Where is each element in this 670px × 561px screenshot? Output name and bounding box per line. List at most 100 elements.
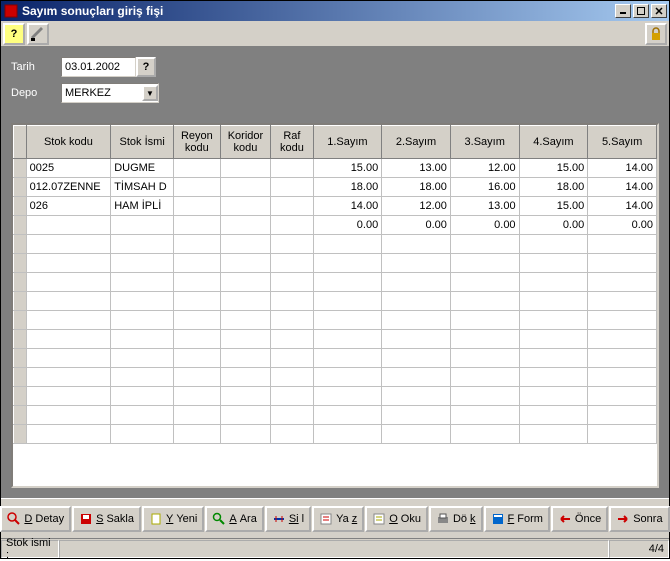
cell[interactable]: [26, 387, 111, 406]
cell[interactable]: 14.00: [588, 197, 657, 216]
depo-select[interactable]: MERKEZ ▼: [61, 83, 159, 103]
cell[interactable]: 13.00: [382, 159, 451, 178]
yeni-button[interactable]: YYeni: [142, 506, 204, 532]
cell[interactable]: [588, 387, 657, 406]
cell[interactable]: [519, 406, 588, 425]
cell[interactable]: [174, 197, 220, 216]
cell[interactable]: [271, 387, 313, 406]
col-koridor-kodu[interactable]: Koridor kodu: [220, 126, 271, 159]
col-reyon-kodu[interactable]: Reyon kodu: [174, 126, 220, 159]
cell[interactable]: [174, 387, 220, 406]
cell[interactable]: [313, 425, 382, 444]
cell[interactable]: [382, 425, 451, 444]
cell[interactable]: 012.07ZENNE: [26, 178, 111, 197]
cell[interactable]: [382, 273, 451, 292]
cell[interactable]: [111, 349, 174, 368]
cell[interactable]: 18.00: [313, 178, 382, 197]
cell[interactable]: [111, 387, 174, 406]
cell[interactable]: 13.00: [450, 197, 519, 216]
cell[interactable]: 0.00: [382, 216, 451, 235]
col-raf-kodu[interactable]: Raf kodu: [271, 126, 313, 159]
cell[interactable]: [519, 235, 588, 254]
col-stok-ismi[interactable]: Stok İsmi: [111, 126, 174, 159]
cell[interactable]: [450, 254, 519, 273]
cell[interactable]: [111, 216, 174, 235]
cell[interactable]: 18.00: [519, 178, 588, 197]
cell[interactable]: [450, 292, 519, 311]
cell[interactable]: 12.00: [382, 197, 451, 216]
cell[interactable]: [382, 292, 451, 311]
cell[interactable]: [174, 349, 220, 368]
cell[interactable]: [588, 349, 657, 368]
cell[interactable]: [519, 387, 588, 406]
cell[interactable]: [174, 292, 220, 311]
ara-button[interactable]: AAra: [205, 506, 263, 532]
cell[interactable]: [271, 406, 313, 425]
cell[interactable]: [26, 292, 111, 311]
cell[interactable]: [26, 330, 111, 349]
cell[interactable]: [313, 311, 382, 330]
table-row[interactable]: [14, 292, 657, 311]
cell[interactable]: [588, 292, 657, 311]
cell[interactable]: [588, 235, 657, 254]
cell[interactable]: [450, 406, 519, 425]
cell[interactable]: [174, 368, 220, 387]
cell[interactable]: 0.00: [588, 216, 657, 235]
cell[interactable]: 0.00: [313, 216, 382, 235]
table-row[interactable]: [14, 235, 657, 254]
cell[interactable]: [174, 254, 220, 273]
table-row[interactable]: [14, 273, 657, 292]
cell[interactable]: [220, 330, 271, 349]
cell[interactable]: 14.00: [588, 159, 657, 178]
cell[interactable]: [519, 330, 588, 349]
cell[interactable]: [111, 406, 174, 425]
cell[interactable]: 14.00: [588, 178, 657, 197]
cell[interactable]: [519, 273, 588, 292]
table-row[interactable]: 0025DUGME15.0013.0012.0015.0014.00: [14, 159, 657, 178]
cell[interactable]: [271, 330, 313, 349]
cell[interactable]: [220, 273, 271, 292]
cell[interactable]: HAM İPLİ: [111, 197, 174, 216]
cell[interactable]: [174, 216, 220, 235]
sakla-button[interactable]: SSakla: [72, 506, 141, 532]
cell[interactable]: [382, 254, 451, 273]
cell[interactable]: [174, 159, 220, 178]
cell[interactable]: [588, 254, 657, 273]
cell[interactable]: [382, 330, 451, 349]
detay-button[interactable]: DDetay: [0, 506, 71, 532]
minimize-button[interactable]: [615, 4, 631, 18]
table-row[interactable]: [14, 330, 657, 349]
grid[interactable]: Stok kodu Stok İsmi Reyon kodu Koridor k…: [11, 123, 659, 488]
cell[interactable]: [313, 406, 382, 425]
cell[interactable]: [382, 311, 451, 330]
cell[interactable]: [174, 330, 220, 349]
close-button[interactable]: [651, 4, 667, 18]
yaz-button[interactable]: Yaz: [312, 506, 364, 532]
cell[interactable]: [220, 159, 271, 178]
cell[interactable]: 026: [26, 197, 111, 216]
cell[interactable]: [26, 235, 111, 254]
cell[interactable]: [313, 273, 382, 292]
cell[interactable]: 15.00: [519, 197, 588, 216]
cell[interactable]: [26, 216, 111, 235]
cell[interactable]: [382, 406, 451, 425]
cell[interactable]: [588, 330, 657, 349]
cell[interactable]: [271, 216, 313, 235]
table-row[interactable]: 012.07ZENNETİMSAH D18.0018.0016.0018.001…: [14, 178, 657, 197]
once-button[interactable]: Önce: [551, 506, 608, 532]
cell[interactable]: [220, 235, 271, 254]
cell[interactable]: [174, 425, 220, 444]
cell[interactable]: [271, 425, 313, 444]
cell[interactable]: 16.00: [450, 178, 519, 197]
table-row[interactable]: 0.000.000.000.000.00: [14, 216, 657, 235]
cell[interactable]: [519, 425, 588, 444]
col-sayim-2[interactable]: 2.Sayım: [382, 126, 451, 159]
cell[interactable]: [220, 216, 271, 235]
cell[interactable]: [111, 330, 174, 349]
cell[interactable]: [271, 159, 313, 178]
cell[interactable]: 15.00: [313, 159, 382, 178]
cell[interactable]: [588, 425, 657, 444]
cell[interactable]: [313, 235, 382, 254]
cell[interactable]: [271, 197, 313, 216]
lock-button[interactable]: [645, 23, 667, 45]
